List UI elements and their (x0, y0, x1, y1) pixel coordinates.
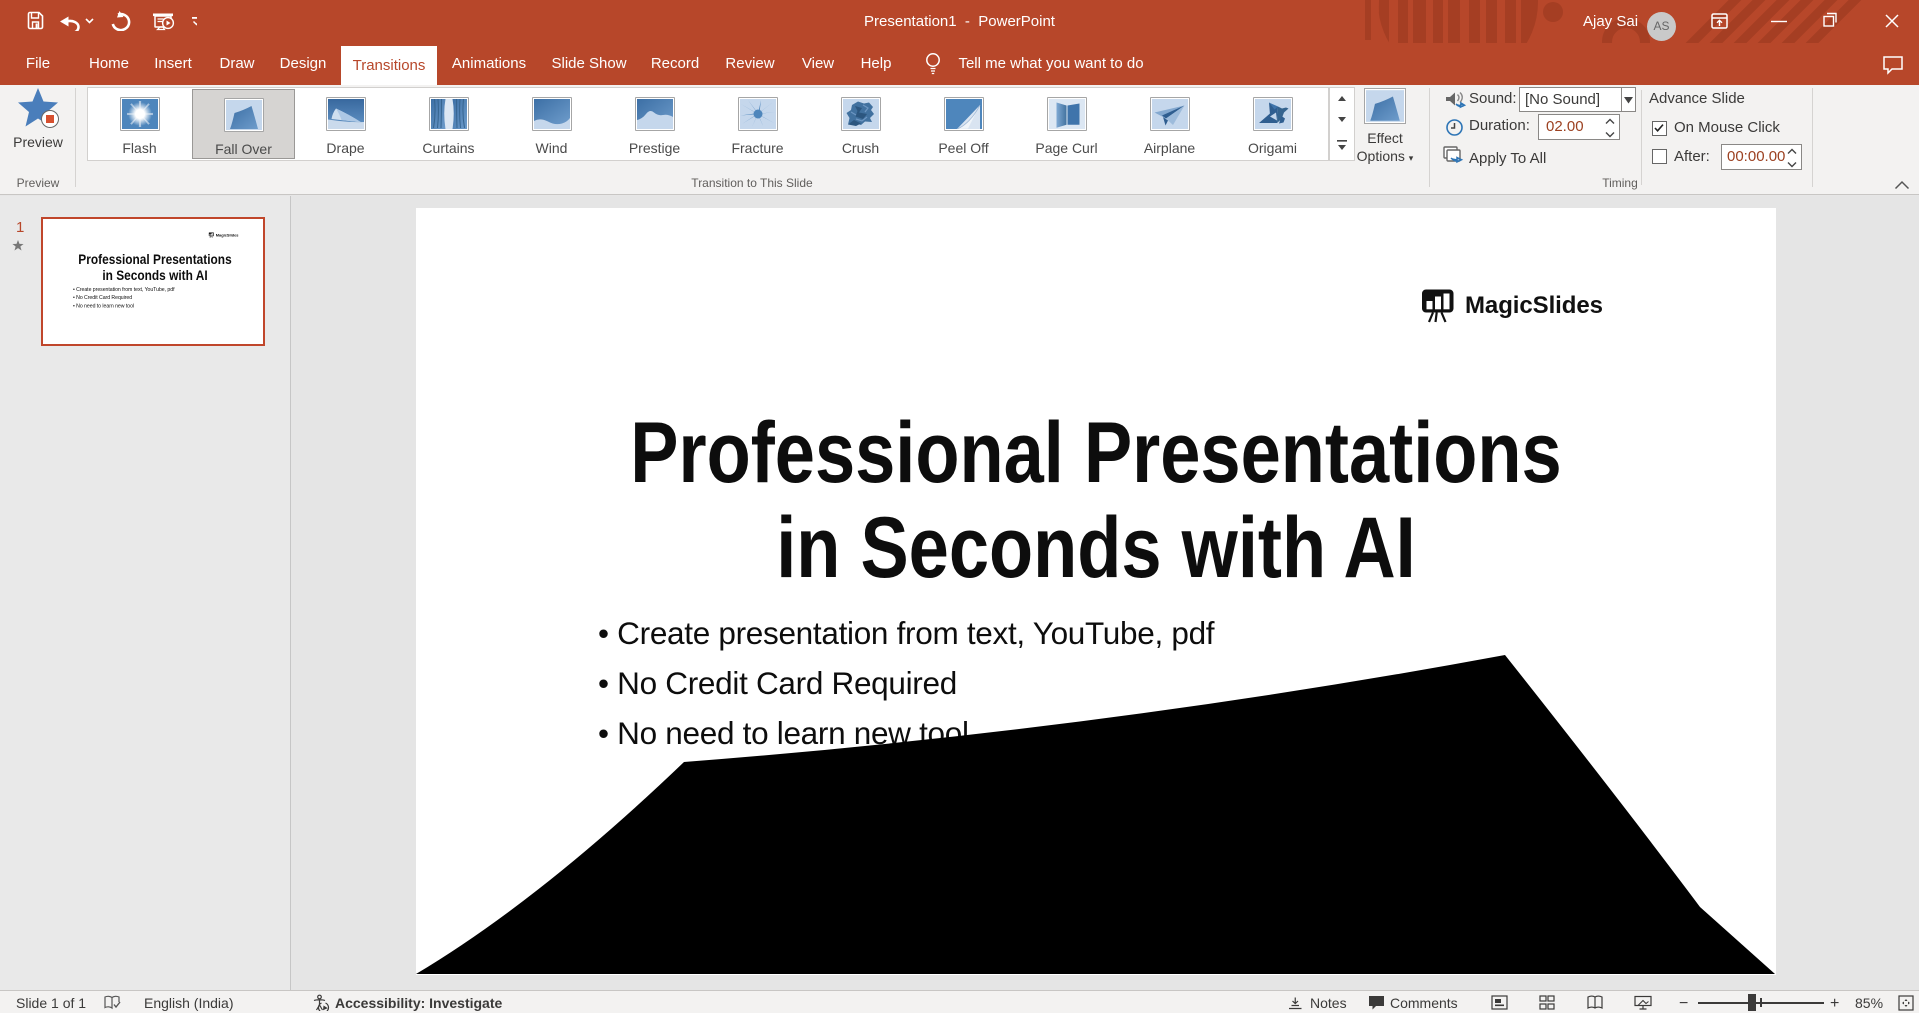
svg-text:MagicSlides: MagicSlides (216, 232, 240, 237)
